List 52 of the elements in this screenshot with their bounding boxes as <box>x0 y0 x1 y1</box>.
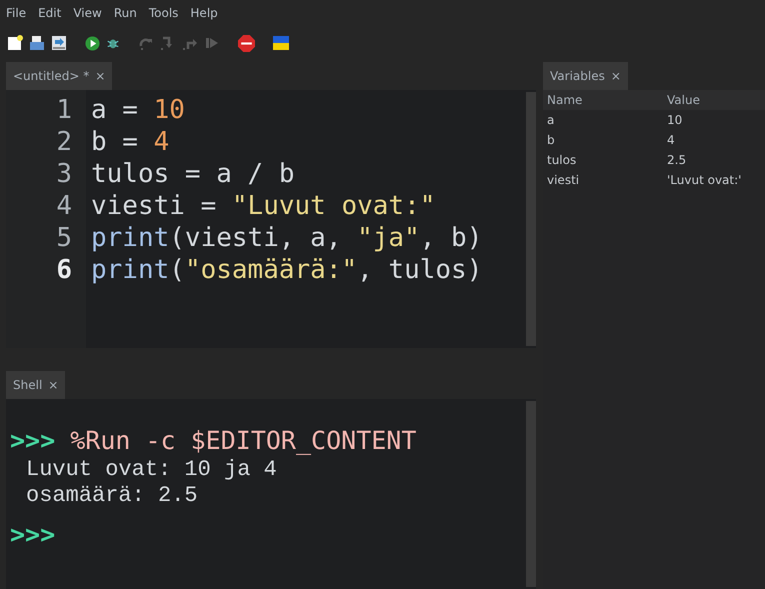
tab-label: <untitled> * <box>13 69 90 83</box>
code-line: a = 10 <box>91 94 186 126</box>
column-header: Name <box>547 93 584 107</box>
menu-item[interactable]: View <box>73 6 102 20</box>
shell-console[interactable]: >>> %Run -c $EDITOR_CONTENT Luvut ovat: 10 ja 4 osamäärä: 2.5 >>> <box>6 399 536 589</box>
code-line: b = 4 <box>91 126 170 158</box>
table-cell: 10 <box>667 113 682 127</box>
line-number: 1 <box>55 94 73 126</box>
shell-command: %Run -c $EDITOR_CONTENT <box>70 426 416 455</box>
menu-item[interactable]: Edit <box>38 6 62 20</box>
scrollbar[interactable] <box>526 92 536 346</box>
close-icon[interactable]: × <box>48 378 58 392</box>
shell-output: osamäärä: 2.5 <box>25 483 199 509</box>
shell-tab[interactable]: Shell × <box>6 371 66 399</box>
editor-tab[interactable]: <untitled> * × <box>6 62 112 90</box>
code-line: print("osamäärä:", tulos) <box>91 254 484 286</box>
code-line: viesti = "Luvut ovat:" <box>91 190 436 222</box>
line-number: 3 <box>55 158 73 190</box>
menu-item[interactable]: Help <box>190 6 218 20</box>
menu-item[interactable]: File <box>6 6 26 20</box>
menu-item[interactable]: Tools <box>148 6 178 20</box>
table-cell: 'Luvut ovat:' <box>667 173 742 187</box>
code-editor[interactable]: 1 2 3 4 5 6 a = 10 b = 4 tulos = a / b viesti = "Luvut ovat:" print(viesti, a, "ja", b) print("osamäärä:", tulos) <box>6 90 536 348</box>
line-number: 5 <box>55 222 73 254</box>
stop-sign-icon[interactable] <box>238 34 255 52</box>
code-line: tulos = a / b <box>91 158 296 190</box>
close-icon[interactable]: × <box>95 69 106 83</box>
close-icon[interactable]: × <box>610 69 621 83</box>
run-icon[interactable] <box>85 36 100 50</box>
code-line: print(viesti, a, "ja", b) <box>91 222 484 254</box>
scrollbar[interactable] <box>526 401 536 587</box>
menu-item[interactable]: Run <box>114 6 137 20</box>
tab-label: Shell <box>13 378 42 392</box>
folder-icon[interactable] <box>29 35 45 51</box>
table-cell-text: a <box>547 113 556 127</box>
shell-prompt: >>> <box>10 520 56 549</box>
shell-prompt: >>> <box>10 426 56 455</box>
line-number: 4 <box>55 190 73 222</box>
table-cell: 2.5 <box>667 153 686 167</box>
column-header: Value <box>667 93 700 107</box>
table-cell: 4 <box>667 133 675 147</box>
variables-tab[interactable]: Variables × <box>543 62 628 90</box>
line-number: 6 <box>55 254 73 286</box>
table-cell-text: b <box>547 133 556 147</box>
tab-label: Variables <box>550 69 605 83</box>
table-cell-text: tulos <box>547 153 578 167</box>
flag-icon[interactable] <box>273 35 289 51</box>
line-number: 2 <box>55 126 73 158</box>
shell-output: Luvut ovat: 10 ja 4 <box>25 457 278 483</box>
new-file-icon[interactable] <box>7 35 23 51</box>
save-icon[interactable] <box>51 35 67 51</box>
table-cell-text: viesti <box>547 173 580 187</box>
